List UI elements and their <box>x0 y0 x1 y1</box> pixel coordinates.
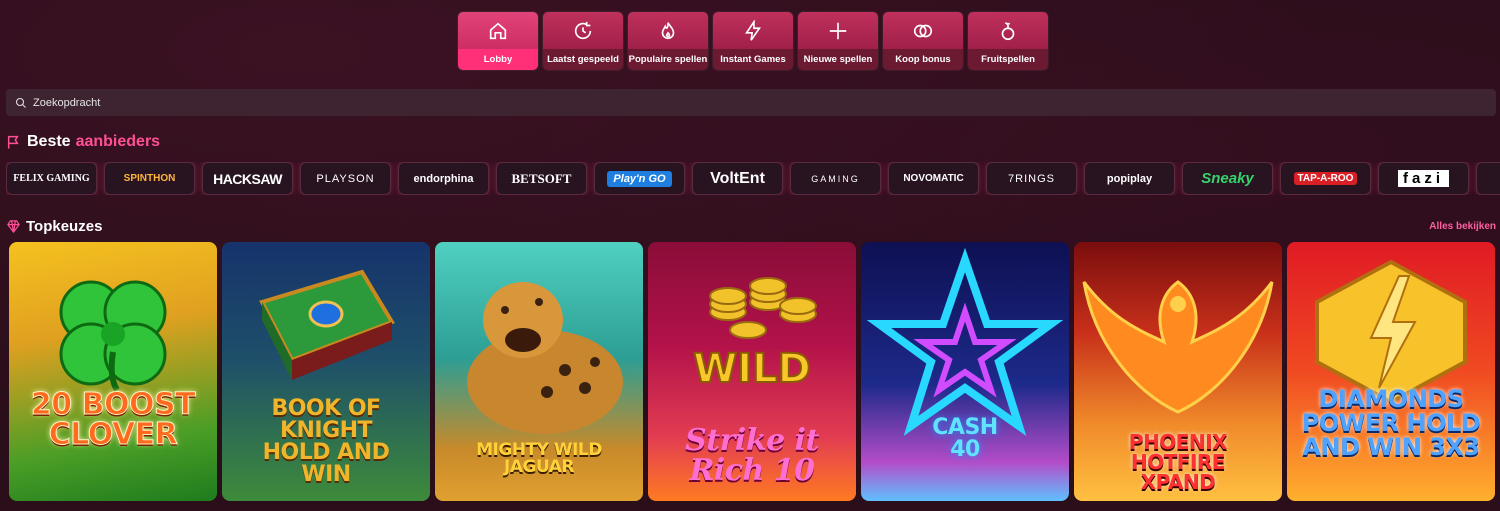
category-recent[interactable]: Laatst gespeeld <box>543 12 623 70</box>
category-label: Fruitspellen <box>968 49 1048 70</box>
game-title: CASH 40 <box>932 415 998 462</box>
search-bar <box>6 89 1496 116</box>
category-buy-bonus[interactable]: Koop bonus <box>883 12 963 70</box>
provider-name: GAMING <box>811 173 860 184</box>
category-fruit[interactable]: Fruitspellen <box>968 12 1048 70</box>
game-tile-diamonds-power[interactable]: DIAMONDS POWER HOLD AND WIN 3X3 <box>1287 242 1495 501</box>
category-nav: Lobby Laatst gespeeld Populaire spellen … <box>458 12 1048 70</box>
provider-name: 7RINGS <box>1008 172 1055 185</box>
game-title: Strike it Rich 10 <box>685 423 819 488</box>
diamond-icon <box>7 220 20 234</box>
game-tile-strike-it-rich-10[interactable]: WILD Strike it Rich 10 <box>648 242 856 501</box>
plus-icon <box>829 22 847 39</box>
provider-hacksaw[interactable]: HACKSAW <box>202 162 293 195</box>
flame-icon <box>661 21 675 39</box>
provider-name: VoltEnt <box>710 169 765 187</box>
provider-name: endorphina <box>413 172 474 185</box>
provider-list: FELIX GAMING SPINTHON HACKSAW PLAYSON en… <box>6 162 1500 195</box>
lightning-icon <box>745 19 761 41</box>
category-label: Populaire spellen <box>628 49 708 70</box>
category-label: Instant Games <box>713 49 793 70</box>
provider-playson[interactable]: PLAYSON <box>300 162 391 195</box>
game-title: BOOK OF KNIGHT HOLD AND WIN <box>262 396 390 487</box>
category-label: Laatst gespeeld <box>543 49 623 70</box>
provider-endorphina[interactable]: endorphina <box>398 162 489 195</box>
provider-betsoft[interactable]: BETSOFT <box>496 162 587 195</box>
provider-voltent[interactable]: VoltEnt <box>692 162 783 195</box>
provider-novomatic[interactable]: NOVOMATIC <box>888 162 979 195</box>
category-label: Nieuwe spellen <box>798 49 878 70</box>
history-icon <box>574 21 592 39</box>
provider-name: BETSOFT <box>511 170 572 186</box>
see-all-link[interactable]: Alles bekijken <box>1429 221 1496 232</box>
diamond-art-icon <box>1315 259 1467 405</box>
category-label: Lobby <box>458 49 538 70</box>
provider-playngo[interactable]: Play'n GO <box>594 162 685 195</box>
game-title: PHOENIX HOTFIRE XPAND <box>1128 430 1228 494</box>
provider-name: Sneaky <box>1201 170 1254 187</box>
coins-icon <box>913 24 933 37</box>
game-tile-phoenix-hotfire-xpand[interactable]: PHOENIX HOTFIRE XPAND <box>1074 242 1282 501</box>
fruit-icon <box>1001 21 1015 40</box>
provider-name: popiplay <box>1106 172 1153 185</box>
game-title: 20 BOOST CLOVER <box>30 387 196 452</box>
providers-title: Beste aanbieders <box>6 133 160 151</box>
game-tile-20-boost-clover[interactable]: 20 BOOST CLOVER <box>9 242 217 501</box>
home-icon <box>489 22 507 39</box>
game-title: MIGHTY WILD JAGUAR <box>476 440 602 477</box>
provider-name: HACKSAW <box>213 170 282 187</box>
provider-name: NOVOMATIC <box>903 173 964 184</box>
game-grid: 20 BOOST CLOVER BOOK OF KNIGHT HOLD AND … <box>9 242 1495 501</box>
providers-title-b: aanbieders <box>75 133 161 150</box>
clover-art-icon <box>59 280 167 392</box>
game-tile-cash-40[interactable]: CASH 40 <box>861 242 1069 501</box>
search-input[interactable] <box>33 96 1433 109</box>
provider-name: Play'n GO <box>607 170 672 187</box>
category-lobby[interactable]: Lobby <box>458 12 538 70</box>
game-tile-book-of-knight[interactable]: BOOK OF KNIGHT HOLD AND WIN <box>222 242 430 501</box>
top-picks-title: Topkeuzes <box>6 218 102 235</box>
top-picks-label: Topkeuzes <box>26 218 103 235</box>
provider-felix-gaming[interactable]: FELIX GAMING <box>6 162 97 195</box>
provider-name: SPINTHON <box>123 173 176 184</box>
flag-icon <box>7 135 19 149</box>
provider-name: FELIX GAMING <box>13 173 90 184</box>
category-label: Koop bonus <box>883 49 963 70</box>
category-new[interactable]: Nieuwe spellen <box>798 12 878 70</box>
provider-more[interactable] <box>1476 162 1500 195</box>
game-title: DIAMONDS POWER HOLD AND WIN 3X3 <box>1301 385 1481 461</box>
provider-gaming[interactable]: GAMING <box>790 162 881 195</box>
provider-tap-a-roo[interactable]: TAP-A-ROO <box>1280 162 1371 195</box>
provider-spinthon[interactable]: SPINTHON <box>104 162 195 195</box>
category-instant[interactable]: Instant Games <box>713 12 793 70</box>
provider-name: fazi <box>1397 170 1449 187</box>
game-tile-mighty-wild-jaguar[interactable]: MIGHTY WILD JAGUAR <box>435 242 643 501</box>
star-art-icon <box>866 247 1064 437</box>
provider-name: PLAYSON <box>316 172 375 185</box>
svg-text:WILD: WILD <box>693 346 811 392</box>
provider-sneaky[interactable]: Sneaky <box>1182 162 1273 195</box>
provider-popiplay[interactable]: popiplay <box>1084 162 1175 195</box>
providers-title-a: Beste <box>27 133 71 150</box>
search-icon <box>15 97 26 108</box>
provider-fazi[interactable]: fazi <box>1378 162 1469 195</box>
category-popular[interactable]: Populaire spellen <box>628 12 708 70</box>
provider-7rings[interactable]: 7RINGS <box>986 162 1077 195</box>
provider-name: TAP-A-ROO <box>1293 172 1358 185</box>
